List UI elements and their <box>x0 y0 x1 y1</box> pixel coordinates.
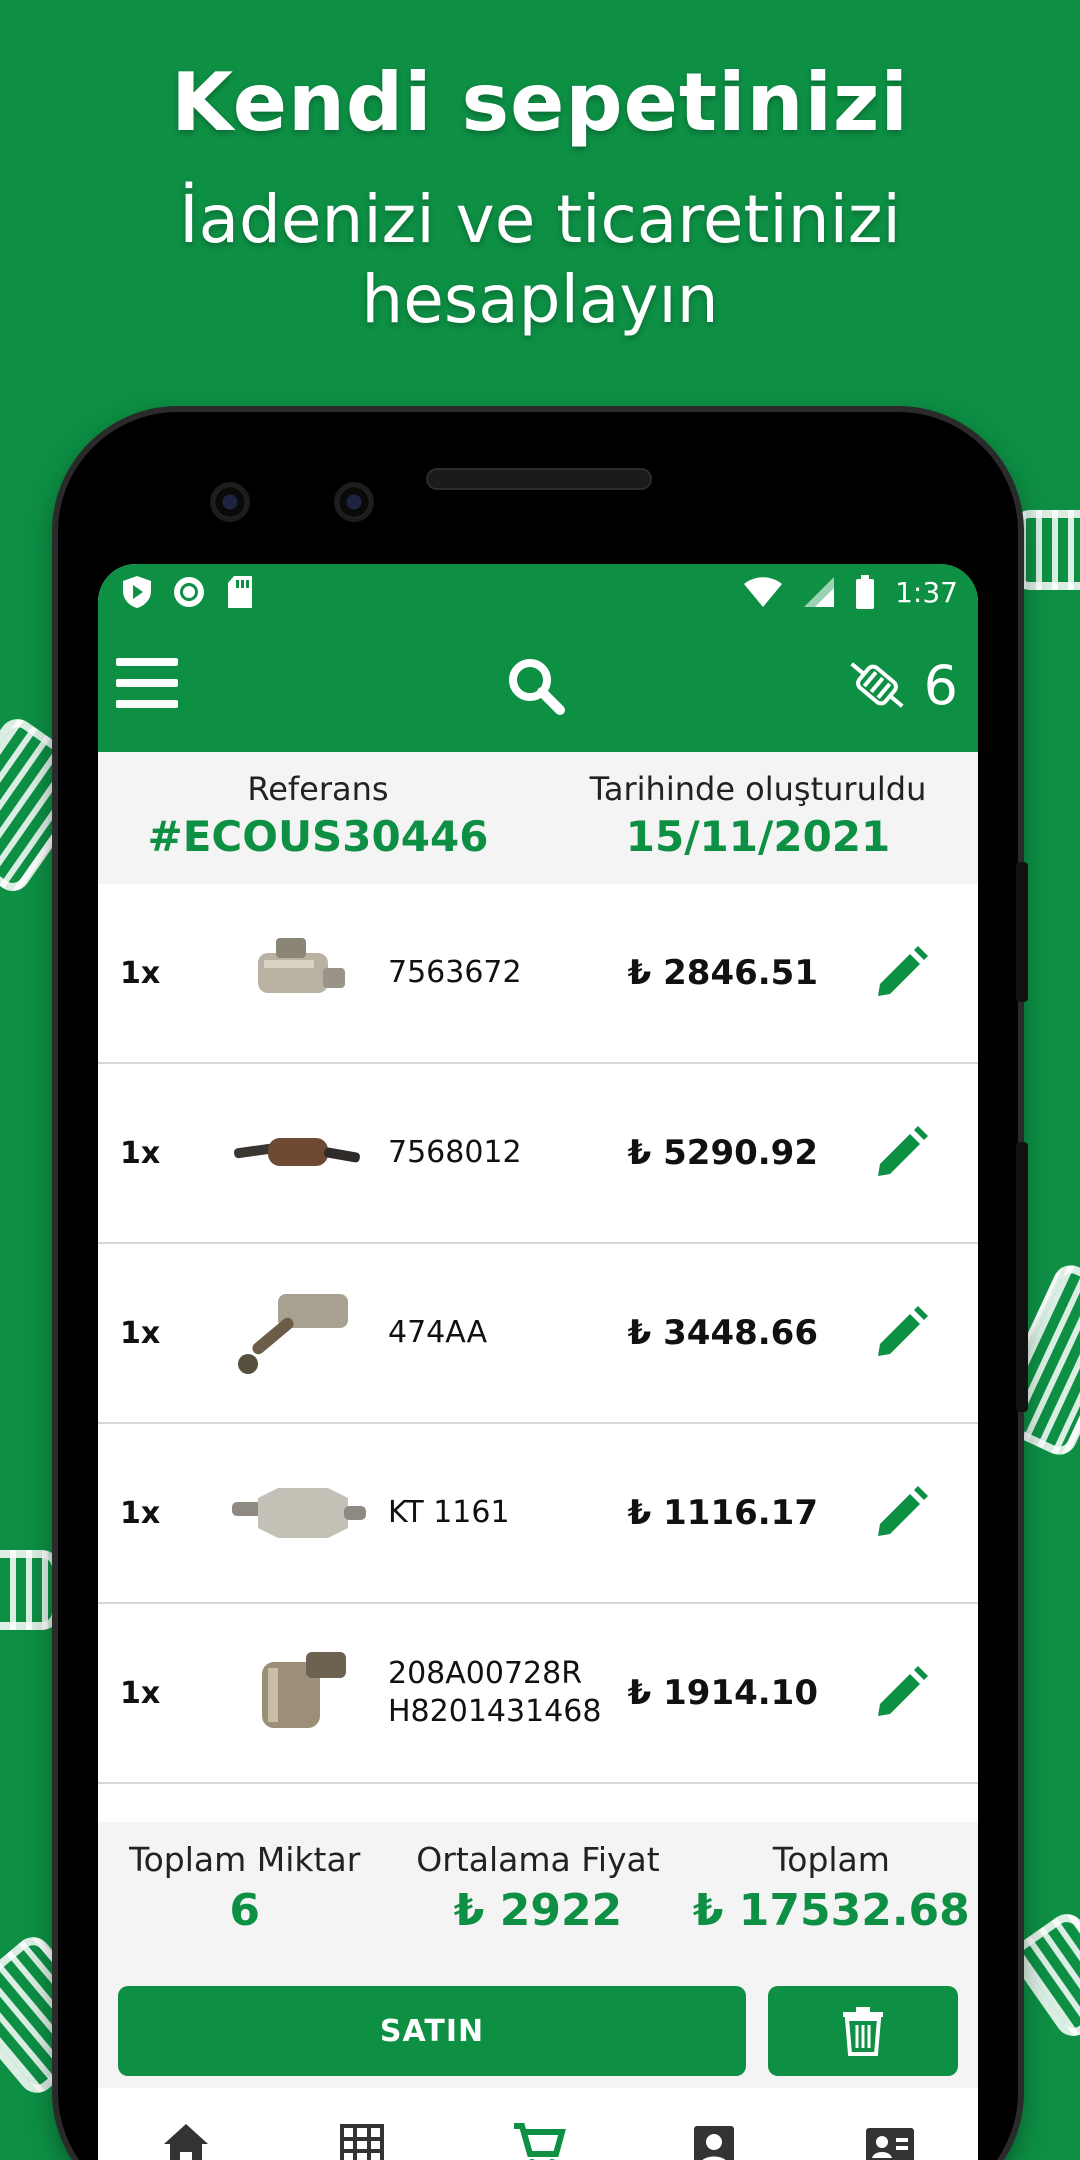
grid-icon[interactable] <box>332 2114 392 2160</box>
total-col: Toplam ₺ 17532.68 <box>685 1822 978 1972</box>
cart-count: 6 <box>923 653 958 717</box>
action-bar: SATIN <box>98 1972 978 2088</box>
promo-headline: Kendi sepetinizi <box>171 56 909 149</box>
avg-price-label: Ortalama Fiyat <box>416 1840 660 1879</box>
item-qty: 1x <box>120 1315 161 1351</box>
item-row[interactable]: 1x KT 1161 ₺ 1116.17 <box>98 1424 978 1604</box>
converter-image <box>234 1138 360 1166</box>
item-price: ₺ 1116.17 <box>627 1493 818 1533</box>
status-bar: 1:37 <box>98 564 978 620</box>
menu-icon-bar <box>116 658 178 666</box>
avg-price-value: ₺ 2922 <box>453 1885 623 1936</box>
converter-image <box>232 1488 366 1538</box>
battery-icon <box>856 575 875 609</box>
delete-button[interactable] <box>768 1986 958 2076</box>
converter-cart-button[interactable]: 6 <box>840 648 958 722</box>
reference-col: Referans #ECOUS30446 <box>98 752 538 884</box>
item-price: ₺ 2846.51 <box>627 953 818 993</box>
item-row[interactable]: 1x 7568012 ₺ 5290.92 <box>98 1064 978 1244</box>
phone-frame: 1:37 6 Referans #ECOUS30446 Tarihinde ol… <box>58 412 1028 2160</box>
converter-image <box>258 938 345 993</box>
item-reference-line: 208A00728R <box>388 1656 583 1691</box>
total-value: ₺ 17532.68 <box>692 1885 970 1936</box>
item-reference: 7568012 <box>388 1134 522 1172</box>
shield-play-icon <box>123 576 151 608</box>
item-price: ₺ 5290.92 <box>627 1133 818 1173</box>
total-qty-col: Toplam Miktar 6 <box>98 1822 391 1972</box>
phone-camera <box>210 482 250 522</box>
total-qty-value: 6 <box>229 1885 260 1936</box>
sd-card-icon <box>228 576 252 608</box>
edit-icon[interactable] <box>872 1664 930 1722</box>
created-date-label: Tarihinde oluşturuldu <box>589 770 927 808</box>
record-icon <box>174 577 204 607</box>
edit-icon[interactable] <box>872 1304 930 1362</box>
search-button[interactable] <box>506 656 566 716</box>
item-list: 1x 7563672 ₺ 2846.51 1x 7568012 ₺ 5290.9… <box>98 884 978 1784</box>
home-icon[interactable] <box>156 2114 216 2160</box>
created-date-value: 15/11/2021 <box>625 812 891 861</box>
phone-speaker <box>426 468 652 490</box>
trash-icon <box>843 2007 883 2056</box>
reference-label: Referans <box>247 770 389 808</box>
catalytic-converter-icon <box>850 662 904 708</box>
decor-converter-left-mid <box>0 1550 60 1630</box>
item-qty: 1x <box>120 955 161 991</box>
converter-image <box>262 1652 346 1728</box>
promo-subline-1: İadenizi ve ticaretinizi <box>179 181 901 258</box>
item-reference-line: 474AA <box>388 1315 488 1350</box>
item-reference: 7563672 <box>388 954 522 992</box>
reference-band: Referans #ECOUS30446 Tarihinde oluşturul… <box>98 752 978 884</box>
app-screen: 1:37 6 Referans #ECOUS30446 Tarihinde ol… <box>98 564 978 2160</box>
created-date-col: Tarihinde oluşturuldu 15/11/2021 <box>538 752 978 884</box>
status-time: 1:37 <box>895 575 958 609</box>
item-reference-line: H8201431468 <box>388 1694 602 1729</box>
item-row[interactable]: 1x 208A00728R H8201431468 ₺ 1914.10 <box>98 1604 978 1784</box>
phone-side-button <box>1016 1142 1028 1412</box>
item-reference-line: KT 1161 <box>388 1495 510 1530</box>
item-qty: 1x <box>120 1495 161 1531</box>
edit-icon[interactable] <box>872 944 930 1002</box>
item-qty: 1x <box>120 1675 161 1711</box>
item-row[interactable]: 1x 7563672 ₺ 2846.51 <box>98 884 978 1064</box>
avg-price-col: Ortalama Fiyat ₺ 2922 <box>391 1822 684 1972</box>
item-reference-line: 7563672 <box>388 955 522 990</box>
decor-converter-top-right <box>1012 510 1080 590</box>
bottom-nav <box>98 2088 978 2160</box>
item-reference: 208A00728R H8201431468 <box>388 1655 601 1731</box>
item-price: ₺ 1914.10 <box>627 1673 818 1713</box>
reference-value: #ECOUS30446 <box>147 812 489 861</box>
phone-sensor <box>334 482 374 522</box>
converter-image <box>238 1294 348 1374</box>
item-reference: KT 1161 <box>388 1494 510 1532</box>
edit-icon[interactable] <box>872 1124 930 1182</box>
total-qty-label: Toplam Miktar <box>129 1840 361 1879</box>
item-qty: 1x <box>120 1135 161 1171</box>
item-reference-line: 7568012 <box>388 1135 522 1170</box>
app-bar: 6 <box>98 620 978 752</box>
buy-button[interactable]: SATIN <box>118 1986 746 2076</box>
signal-icon <box>804 577 835 607</box>
total-label: Toplam <box>772 1840 890 1879</box>
wifi-icon <box>744 577 783 607</box>
summary-band: Toplam Miktar 6 Ortalama Fiyat ₺ 2922 To… <box>98 1822 978 1972</box>
promo-subline: İadenizi ve ticaretinizi hesaplayın <box>0 180 1080 340</box>
item-row[interactable]: 1x 474AA ₺ 3448.66 <box>98 1244 978 1424</box>
promo-subline-2: hesaplayın <box>361 261 719 338</box>
account-icon[interactable] <box>684 2114 744 2160</box>
contact-icon[interactable] <box>860 2114 920 2160</box>
menu-button[interactable] <box>116 658 178 714</box>
menu-icon-bar <box>116 679 178 687</box>
phone-side-button <box>1016 862 1028 1002</box>
cart-icon[interactable] <box>508 2114 568 2160</box>
item-reference: 474AA <box>388 1314 487 1352</box>
menu-icon-bar <box>116 700 178 708</box>
edit-icon[interactable] <box>872 1484 930 1542</box>
item-price: ₺ 3448.66 <box>627 1313 818 1353</box>
search-icon <box>509 659 565 715</box>
